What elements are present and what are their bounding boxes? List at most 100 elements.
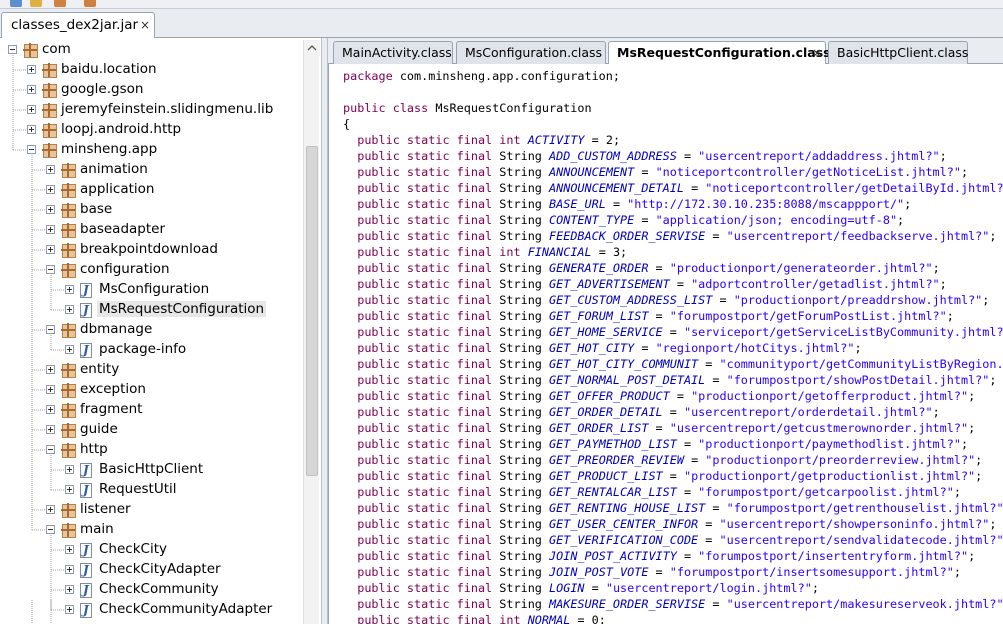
field-declaration: public static final int ACTIVITY = 2; xyxy=(357,133,621,147)
expand-icon[interactable] xyxy=(46,165,55,174)
field-type: String xyxy=(499,261,542,275)
tree-item[interactable]: fragment xyxy=(0,400,300,420)
collapse-icon[interactable] xyxy=(46,525,55,534)
close-icon[interactable]: × xyxy=(140,19,150,31)
field-value: "forumpostport/insertsomesupport.jhtml?" xyxy=(669,565,954,579)
tree-item[interactable]: baidu.location xyxy=(0,60,300,80)
expand-icon[interactable] xyxy=(65,305,74,314)
field-modifiers: public static final xyxy=(357,357,493,371)
tree-scrollbar[interactable] xyxy=(303,40,320,624)
expand-icon[interactable] xyxy=(65,485,74,494)
expand-icon[interactable] xyxy=(65,605,74,614)
close-icon[interactable]: × xyxy=(812,47,822,59)
tab-basichttpclient[interactable]: BasicHttpClient.class xyxy=(828,41,968,64)
tree-item[interactable]: CheckCommunityAdapter xyxy=(0,600,300,620)
package-icon xyxy=(42,123,57,138)
open-file-icon[interactable] xyxy=(10,0,22,7)
tree-item[interactable]: http xyxy=(0,440,300,460)
expand-icon[interactable] xyxy=(65,285,74,294)
field-value: "adportcontroller/getadlist.jhtml?" xyxy=(691,277,940,291)
tree-item[interactable]: dbmanage xyxy=(0,320,300,340)
field-type: String xyxy=(499,293,542,307)
collapse-icon[interactable] xyxy=(8,45,17,54)
tree-item-label: loopj.android.http xyxy=(61,121,182,137)
tree-item[interactable]: base xyxy=(0,200,300,220)
tab-msrequestconfiguration[interactable]: MsRequestConfiguration.class × xyxy=(608,41,831,65)
expand-icon[interactable] xyxy=(65,585,74,594)
collapse-icon[interactable] xyxy=(27,145,36,154)
expand-icon[interactable] xyxy=(46,205,55,214)
field-value: "usercentreport/makesureserveok.jhtml?" xyxy=(726,597,1003,611)
file-tab[interactable]: classes_dex2jar.jar × xyxy=(1,12,155,38)
tab-mainactivity[interactable]: MainActivity.class xyxy=(333,41,453,64)
field-name: GET_PRODUCT_LIST xyxy=(549,469,663,483)
tree-item[interactable]: MsConfiguration xyxy=(0,280,300,300)
expand-icon[interactable] xyxy=(65,565,74,574)
tree-item[interactable]: CheckCityAdapter xyxy=(0,560,300,580)
expand-icon[interactable] xyxy=(46,425,55,434)
expand-icon[interactable] xyxy=(27,125,36,134)
tree-item[interactable]: breakpointdownload xyxy=(0,240,300,260)
field-name: GET_PAYMETHOD_LIST xyxy=(549,437,677,451)
field-type: String xyxy=(499,197,542,211)
expand-icon[interactable] xyxy=(46,505,55,514)
collapse-icon[interactable] xyxy=(46,445,55,454)
field-modifiers: public static final xyxy=(357,133,493,147)
tree-item[interactable]: application xyxy=(0,180,300,200)
field-name: ADD_CUSTOM_ADDRESS xyxy=(549,149,677,163)
expand-icon[interactable] xyxy=(65,545,74,554)
field-value: "usercentreport/feedbackserve.jhtml?" xyxy=(726,229,990,243)
field-type: String xyxy=(499,213,542,227)
tree-item-label: baidu.location xyxy=(61,61,157,77)
tree-item[interactable]: com xyxy=(0,40,300,60)
tab-msconfiguration[interactable]: MsConfiguration.class xyxy=(456,41,606,64)
tree-item[interactable]: RequestUtil xyxy=(0,480,300,500)
field-type: String xyxy=(499,501,542,515)
collapse-icon[interactable] xyxy=(46,325,55,334)
expand-icon[interactable] xyxy=(46,225,55,234)
expand-icon[interactable] xyxy=(65,465,74,474)
tree-item[interactable]: entity xyxy=(0,360,300,380)
tree-item[interactable]: MsRequestConfiguration xyxy=(0,300,300,320)
tree-item[interactable]: animation xyxy=(0,160,300,180)
expand-icon[interactable] xyxy=(46,245,55,254)
expand-icon[interactable] xyxy=(46,365,55,374)
folder-icon[interactable] xyxy=(30,0,42,7)
tree-item[interactable]: loopj.android.http xyxy=(0,120,300,140)
tree-item-label: application xyxy=(80,181,155,197)
tree-item[interactable]: jeremyfeinstein.slidingmenu.lib xyxy=(0,100,300,120)
expand-icon[interactable] xyxy=(46,185,55,194)
tree-item[interactable]: BasicHttpClient xyxy=(0,460,300,480)
scroll-up-icon[interactable] xyxy=(304,40,320,56)
tree-item[interactable]: CheckCity xyxy=(0,540,300,560)
open-brace: { xyxy=(343,116,350,132)
tree-item-label: listener xyxy=(80,501,131,517)
tree-item[interactable]: minsheng.app xyxy=(0,140,300,160)
tree-item[interactable]: google.gson xyxy=(0,80,300,100)
tree-item-label: CheckCityAdapter xyxy=(99,561,221,577)
field-name: GET_ADVERTISEMENT xyxy=(549,277,670,291)
expand-icon[interactable] xyxy=(27,105,36,114)
tree-item[interactable]: guide xyxy=(0,420,300,440)
field-declaration: public static final String JOIN_POST_VOT… xyxy=(357,565,961,579)
tree-item[interactable]: listener xyxy=(0,500,300,520)
field-declaration: public static final String GET_USER_CENT… xyxy=(357,517,997,531)
expand-icon[interactable] xyxy=(46,405,55,414)
tree-item[interactable]: main xyxy=(0,520,300,540)
back-icon[interactable] xyxy=(54,0,66,7)
tree-item[interactable]: configuration xyxy=(0,260,300,280)
expand-icon[interactable] xyxy=(27,85,36,94)
tree-item[interactable]: CheckCommunity xyxy=(0,580,300,600)
expand-icon[interactable] xyxy=(46,385,55,394)
collapse-icon[interactable] xyxy=(46,265,55,274)
toolbar xyxy=(0,0,1003,9)
tree-item-label: package-info xyxy=(99,341,187,357)
scrollbar-thumb[interactable] xyxy=(306,146,318,476)
forward-icon[interactable] xyxy=(84,0,96,7)
tree-item[interactable]: exception xyxy=(0,380,300,400)
expand-icon[interactable] xyxy=(65,345,74,354)
code-editor[interactable]: package com.minsheng.app.configuration; … xyxy=(328,64,1003,624)
expand-icon[interactable] xyxy=(27,65,36,74)
tree-item[interactable]: baseadapter xyxy=(0,220,300,240)
tree-item[interactable]: package-info xyxy=(0,340,300,360)
